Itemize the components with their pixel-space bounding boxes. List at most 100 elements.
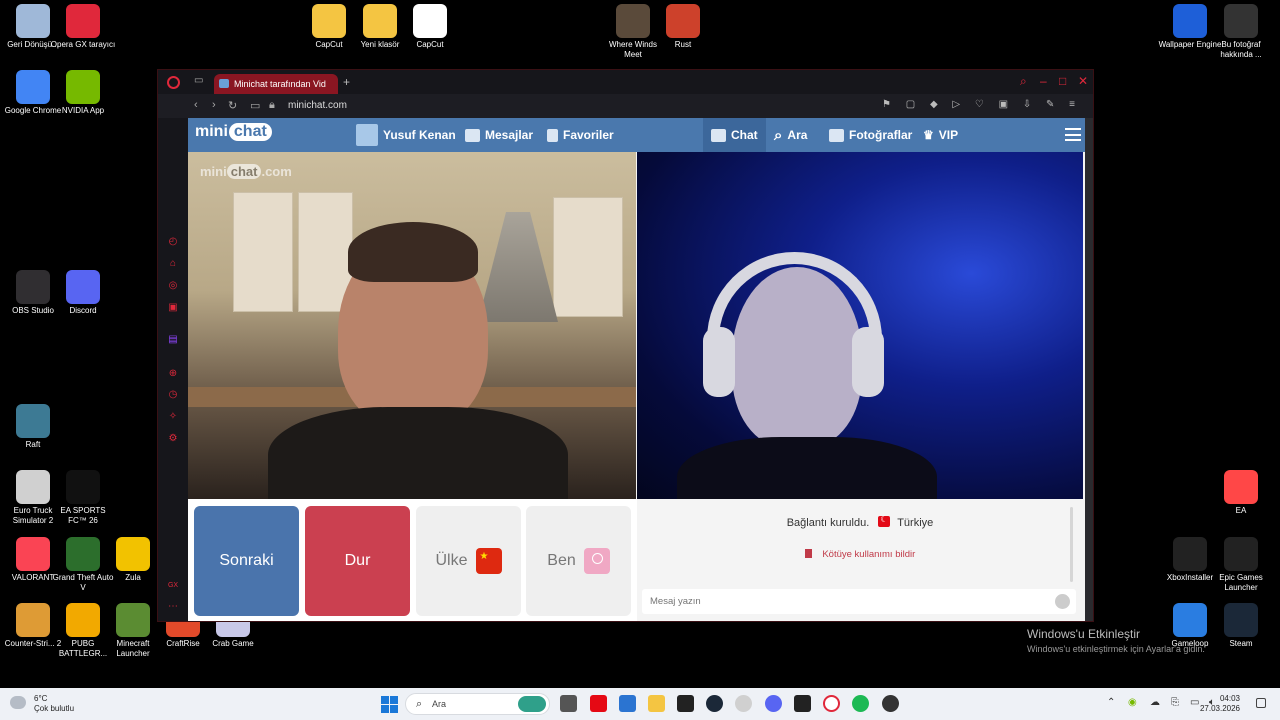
nav-favorites[interactable]: Favoriler	[547, 118, 614, 152]
xbox-icon	[1173, 537, 1207, 571]
task-view-icon[interactable]	[560, 695, 577, 712]
toolbar-icons[interactable]: ⚑ ▢ ◆ ▷ ♡ ▣ ⇩ ✎ ≡	[882, 99, 1081, 110]
network-icon[interactable]: ▭	[1190, 697, 1199, 708]
notification-icon[interactable]	[1256, 698, 1266, 708]
page-scrollbar[interactable]	[1085, 118, 1093, 621]
steam-taskbar-icon[interactable]	[706, 695, 723, 712]
settings-icon[interactable]: ⚙	[167, 433, 179, 445]
minichat-logo[interactable]: mini chat	[195, 123, 272, 141]
nav-chat-label: Chat	[731, 128, 758, 142]
next-button[interactable]: Sonraki	[194, 506, 299, 616]
lock-icon: 🔒︎	[269, 99, 275, 111]
desktop-shortcut[interactable]: Opera GX tarayıcı	[50, 4, 116, 50]
minichat-favicon-icon	[219, 79, 229, 88]
nav-vip[interactable]: ♛ VIP	[923, 118, 958, 152]
headphones	[852, 327, 884, 397]
windows-activation: Windows'u Etkinleştir Windows'u etkinleş…	[1027, 627, 1205, 654]
gx-control-icon[interactable]: ◎	[167, 280, 179, 292]
desktop-shortcut[interactable]: Rust	[650, 4, 716, 50]
video-bg	[553, 197, 623, 317]
partner-hair	[348, 222, 478, 282]
add-icon[interactable]: ⊕	[167, 368, 179, 380]
desktop-shortcut[interactable]: Raft	[0, 404, 66, 450]
capcut-taskbar-icon[interactable]	[794, 695, 811, 712]
crown-icon: ♛	[923, 128, 934, 142]
gender-filter-button[interactable]: Ben	[526, 506, 631, 616]
usb-icon[interactable]: ⎘	[1171, 697, 1179, 708]
search-tabs-icon[interactable]: ⌕	[1020, 74, 1027, 89]
headphones	[703, 327, 735, 397]
opera-gx-taskbar-icon[interactable]	[823, 695, 840, 712]
file-explorer-icon[interactable]	[648, 695, 665, 712]
xbox-taskbar-icon[interactable]	[735, 695, 752, 712]
weather-widget[interactable]: 6°C Çok bulutlu	[10, 694, 74, 714]
back-icon[interactable]: ‹	[194, 99, 198, 111]
desktop-shortcut[interactable]: EA	[1208, 470, 1274, 516]
desktop-shortcut[interactable]: Bu fotoğraf hakkında ...	[1208, 4, 1274, 60]
desktop-shortcut[interactable]: Epic Games Launcher	[1208, 537, 1274, 593]
tab-minichat[interactable]: Minichat tarafından Vid	[214, 74, 338, 94]
desktop-shortcut-label: Rust	[674, 40, 692, 49]
start-button[interactable]	[381, 696, 398, 713]
netflix-icon[interactable]	[590, 695, 607, 712]
raft-icon	[16, 404, 50, 438]
clock-icon[interactable]: ◷	[167, 389, 179, 401]
flag-icon	[804, 549, 812, 558]
twitch-icon[interactable]: ▤	[167, 334, 179, 346]
nvidia-tray-icon[interactable]: ◉	[1128, 697, 1137, 708]
epic-games-taskbar-icon[interactable]	[677, 695, 694, 712]
opera-logo-icon[interactable]	[167, 76, 180, 89]
emoji-icon[interactable]	[1055, 594, 1070, 609]
forward-icon[interactable]: ›	[212, 99, 216, 111]
history-icon[interactable]: ◴	[167, 236, 179, 248]
gx-corner-icon[interactable]: ⌂	[167, 258, 179, 270]
tab-island-icon[interactable]: ▭	[194, 75, 203, 86]
country-filter-button[interactable]: Ülke	[416, 506, 521, 616]
spotify-icon[interactable]	[852, 695, 869, 712]
cloud-tray-icon[interactable]: ☁	[1150, 697, 1160, 708]
report-abuse-link[interactable]: Kötüye kullanımı bildir	[637, 549, 1083, 560]
close-button[interactable]: ✕	[1078, 74, 1088, 88]
taskbar-search[interactable]: ⌕ Ara	[405, 693, 550, 715]
tray-chevron-icon[interactable]: ⌃	[1107, 697, 1115, 708]
nav-search[interactable]: ⌕ Ara	[774, 118, 807, 152]
extensions-icon[interactable]: ✧	[167, 411, 179, 423]
message-input[interactable]	[642, 589, 1042, 614]
cloud-icon	[10, 696, 26, 709]
stop-button[interactable]: Dur	[305, 506, 410, 616]
obs-taskbar-icon[interactable]	[882, 695, 899, 712]
maximize-button[interactable]: □	[1059, 74, 1066, 88]
chat-scrollbar[interactable]	[1070, 507, 1073, 582]
watermark-mini: mini	[200, 164, 227, 179]
more-icon[interactable]: ⋯	[167, 601, 179, 613]
reload-icon[interactable]: ↻	[228, 99, 237, 112]
url-field[interactable]: minichat.com	[288, 100, 347, 111]
nav-chat[interactable]: Chat	[703, 118, 766, 152]
desktop-shortcut[interactable]: Steam	[1208, 603, 1274, 649]
desktop-shortcut[interactable]: Discord	[50, 270, 116, 316]
desktop-shortcut-label: Raft	[25, 440, 41, 449]
watermark-domain: .com	[261, 164, 292, 179]
nav-photos-label: Fotoğraflar	[849, 128, 913, 142]
tab-title: Minichat tarafından Vid	[234, 79, 326, 89]
browser-sidebar: ◴ ⌂ ◎ ▣ ▤ ⊕ ◷ ✧ ⚙ GX ⋯	[158, 118, 188, 621]
player-icon[interactable]: ▣	[167, 302, 179, 314]
desktop-shortcut[interactable]: CapCut	[397, 4, 463, 50]
calculator-icon[interactable]	[619, 695, 636, 712]
gx-icon[interactable]: GX	[167, 580, 179, 592]
nav-photos[interactable]: Fotoğraflar	[829, 118, 912, 152]
info-icon	[1224, 4, 1258, 38]
clock[interactable]: 04:03 27.03.2026	[1200, 694, 1240, 714]
minichat-navbar: mini chat Yusuf Kenan Mesajlar Favoriler …	[188, 118, 1093, 152]
control-panel: Sonraki Dur Ülke Ben	[188, 499, 637, 621]
camera-icon[interactable]: ▭	[250, 99, 260, 112]
desktop-shortcut[interactable]: EA SPORTS FC™ 26	[50, 470, 116, 526]
minimize-button[interactable]: –	[1040, 74, 1047, 88]
discord-taskbar-icon[interactable]	[765, 695, 782, 712]
desktop-shortcut[interactable]: NVIDIA App	[50, 70, 116, 116]
clock-date: 27.03.2026	[1199, 704, 1240, 713]
nav-messages[interactable]: Mesajlar	[465, 118, 533, 152]
new-tab-button[interactable]: +	[343, 75, 350, 89]
nav-profile[interactable]: Yusuf Kenan	[356, 118, 456, 152]
hamburger-menu-icon[interactable]	[1065, 128, 1081, 141]
